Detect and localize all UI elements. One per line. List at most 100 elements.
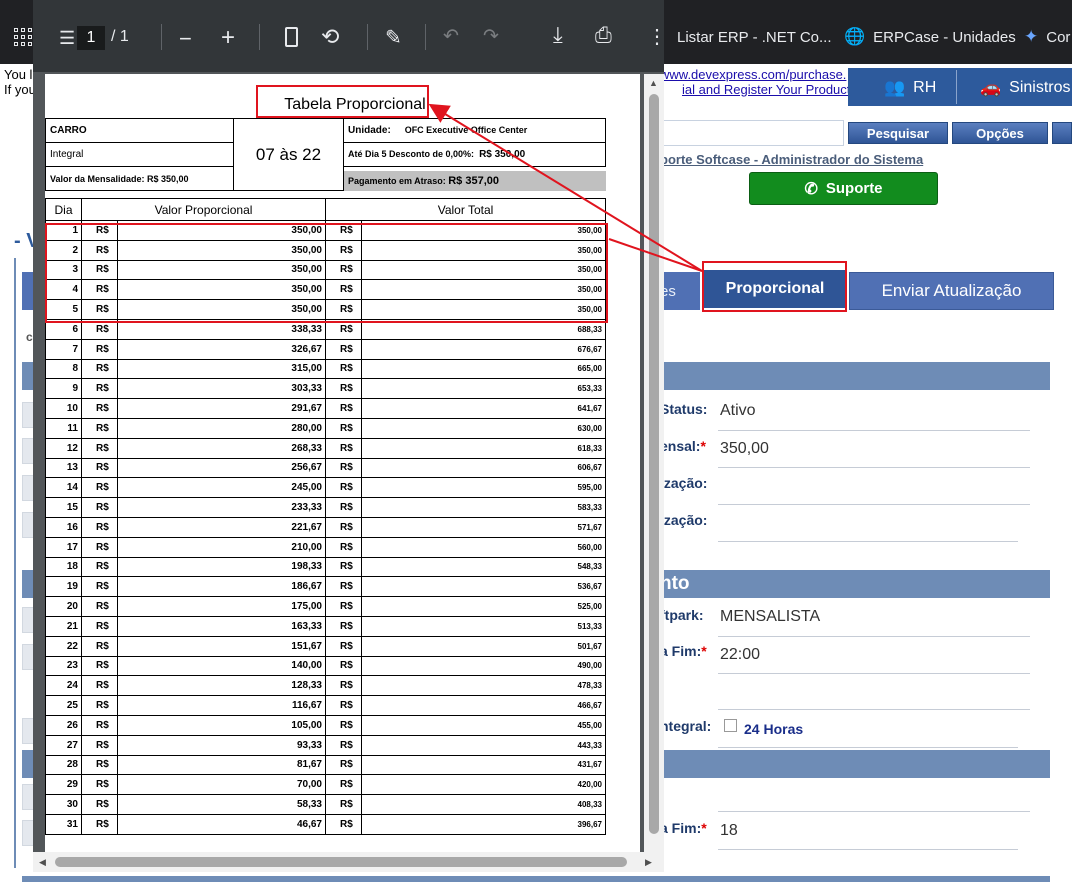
table-row: 7 R$ 326,67 R$ 676,67 [45, 338, 606, 360]
hora-fim-label: a Fim:* [660, 643, 707, 659]
fit-page-icon[interactable] [285, 27, 298, 47]
cell-valor-proporcional: 256,67 [117, 457, 326, 479]
bookmark-app-icon: ✦ [1024, 27, 1039, 46]
search-input[interactable] [660, 120, 844, 146]
cell-valor-total: 396,67 [361, 813, 606, 835]
zoom-out-icon[interactable]: − [179, 26, 192, 52]
table-row: 11 R$ 280,00 R$ 630,00 [45, 417, 606, 439]
mensal-value[interactable]: 350,00 [720, 440, 769, 458]
plan-cell: Integral [45, 142, 234, 167]
page-number-input[interactable]: 1 [77, 26, 105, 50]
enviar-atualizacao-button[interactable]: Enviar Atualização [849, 272, 1054, 310]
nav-sinistros[interactable]: 🚗 Sinistros [958, 70, 1072, 106]
cell-dia: 31 [45, 813, 82, 835]
scroll-right-arrow[interactable]: ▶ [645, 857, 652, 868]
cell-valor-proporcional: 268,33 [117, 437, 326, 459]
toolbar-divider [161, 24, 162, 50]
scroll-up-arrow[interactable]: ▲ [649, 78, 658, 88]
cell-currency: R$ [81, 655, 118, 677]
search-button[interactable]: Pesquisar [848, 122, 948, 144]
content-border [14, 258, 16, 868]
cell-currency: R$ [81, 615, 118, 637]
print-icon[interactable]: ⎙ [595, 24, 612, 48]
cell-valor-total: 455,00 [361, 714, 606, 736]
cell-currency: R$ [325, 734, 362, 756]
vertical-scroll-thumb[interactable] [649, 94, 659, 834]
admin-link[interactable]: porte Softcase - Administrador do Sistem… [660, 152, 923, 167]
table-row: 23 R$ 140,00 R$ 490,00 [45, 655, 606, 677]
horizontal-scroll-thumb[interactable] [55, 857, 627, 867]
options-button[interactable]: Opções [952, 122, 1048, 144]
devexpress-purchase-link[interactable]: www.devexpress.com/purchase. [660, 67, 846, 82]
cell-valor-total: 420,00 [361, 774, 606, 796]
table-row: 14 R$ 245,00 R$ 595,00 [45, 477, 606, 499]
devexpress-register-link[interactable]: ial and Register Your Product. [682, 82, 854, 97]
apps-grid-icon[interactable] [14, 28, 32, 46]
24-horas-checkbox[interactable] [724, 719, 737, 732]
hora-fim-value[interactable]: 22:00 [720, 646, 760, 664]
cell-currency: R$ [325, 516, 362, 538]
cell-dia: 27 [45, 734, 82, 756]
toolbar-divider [367, 24, 368, 50]
atraso-cell: Pagamento em Atraso: R$ 357,00 [344, 170, 606, 191]
cell-dia: 10 [45, 398, 82, 419]
cell-valor-proporcional: 233,33 [117, 497, 326, 518]
cell-currency: R$ [325, 695, 362, 716]
redo-icon[interactable]: ↷ [483, 25, 499, 48]
mensal-underline [718, 467, 1030, 468]
vertical-scrollbar[interactable]: ▲ [644, 74, 664, 854]
cell-currency: R$ [81, 358, 118, 380]
extra-button[interactable] [1052, 122, 1072, 144]
status-value[interactable]: Ativo [720, 402, 756, 420]
cell-currency: R$ [325, 576, 362, 598]
undo-icon[interactable]: ↶ [443, 25, 459, 48]
cell-valor-total: 560,00 [361, 536, 606, 558]
tab-partial[interactable]: es [660, 272, 700, 310]
atraso-wrapper: Pagamento em Atraso: R$ 357,00 [344, 167, 606, 191]
cell-currency: R$ [81, 635, 118, 657]
rotate-icon[interactable]: ⟲ [321, 24, 339, 50]
cell-currency: R$ [81, 675, 118, 697]
dia-fim-value[interactable]: 18 [720, 822, 738, 840]
cell-currency: R$ [325, 615, 362, 637]
table-row: 26 R$ 105,00 R$ 455,00 [45, 714, 606, 736]
download-icon[interactable]: ⤓ [553, 22, 563, 48]
zoom-in-icon[interactable]: + [221, 24, 235, 52]
cell-valor-proporcional: 303,33 [117, 378, 326, 400]
support-button[interactable]: ✆ Suporte [749, 172, 938, 205]
nav-rh[interactable]: 👥 RH [862, 70, 954, 106]
cell-valor-proporcional: 186,67 [117, 576, 326, 598]
cell-dia: 25 [45, 695, 82, 716]
cell-valor-total: 583,33 [361, 497, 606, 518]
bookmark-listar-erp[interactable]: ⋮ Listar ERP - .NET Co... [652, 26, 832, 48]
cell-valor-total: 525,00 [361, 596, 606, 617]
cell-valor-proporcional: 221,67 [117, 516, 326, 538]
draw-icon[interactable]: ✎ [385, 25, 402, 50]
table-row: 13 R$ 256,67 R$ 606,67 [45, 457, 606, 479]
cell-valor-total: 571,67 [361, 516, 606, 538]
bookmark-cor[interactable]: ✦ Cor [1024, 26, 1070, 48]
menu-icon[interactable]: ☰ [59, 28, 75, 49]
atualizacao-label-1: ização: [660, 475, 708, 491]
cell-currency: R$ [81, 536, 118, 558]
more-options-icon[interactable]: ⋮ [647, 24, 667, 49]
softpark-value[interactable]: MENSALISTA [720, 608, 820, 626]
cell-dia: 18 [45, 556, 82, 578]
cell-dia: 16 [45, 516, 82, 538]
cell-valor-proporcional: 198,33 [117, 556, 326, 578]
cell-dia: 7 [45, 338, 82, 360]
col-proporcional-header: Valor Proporcional [81, 198, 326, 221]
cell-dia: 19 [45, 576, 82, 598]
table-row: 19 R$ 186,67 R$ 536,67 [45, 576, 606, 598]
horizontal-scrollbar[interactable]: ◀ ▶ [33, 852, 664, 872]
left-stub-label: c [26, 330, 33, 344]
table-row: 9 R$ 303,33 R$ 653,33 [45, 378, 606, 400]
cell-valor-total: 466,67 [361, 695, 606, 716]
bookmark-erpcase-unidades[interactable]: 🌐 ERPCase - Unidades [844, 26, 1016, 48]
cell-currency: R$ [325, 774, 362, 796]
schedule-cell: 07 às 22 [233, 118, 344, 191]
scroll-left-arrow[interactable]: ◀ [39, 857, 46, 868]
blank-underline-2 [718, 811, 1030, 812]
pdf-viewer: ☰ 1 / 1 − + ⟲ ✎ ↶ ↷ ⤓ ⎙ ⋮ Tabela Proporc… [33, 0, 667, 872]
table-row: 31 R$ 46,67 R$ 396,67 [45, 813, 606, 835]
